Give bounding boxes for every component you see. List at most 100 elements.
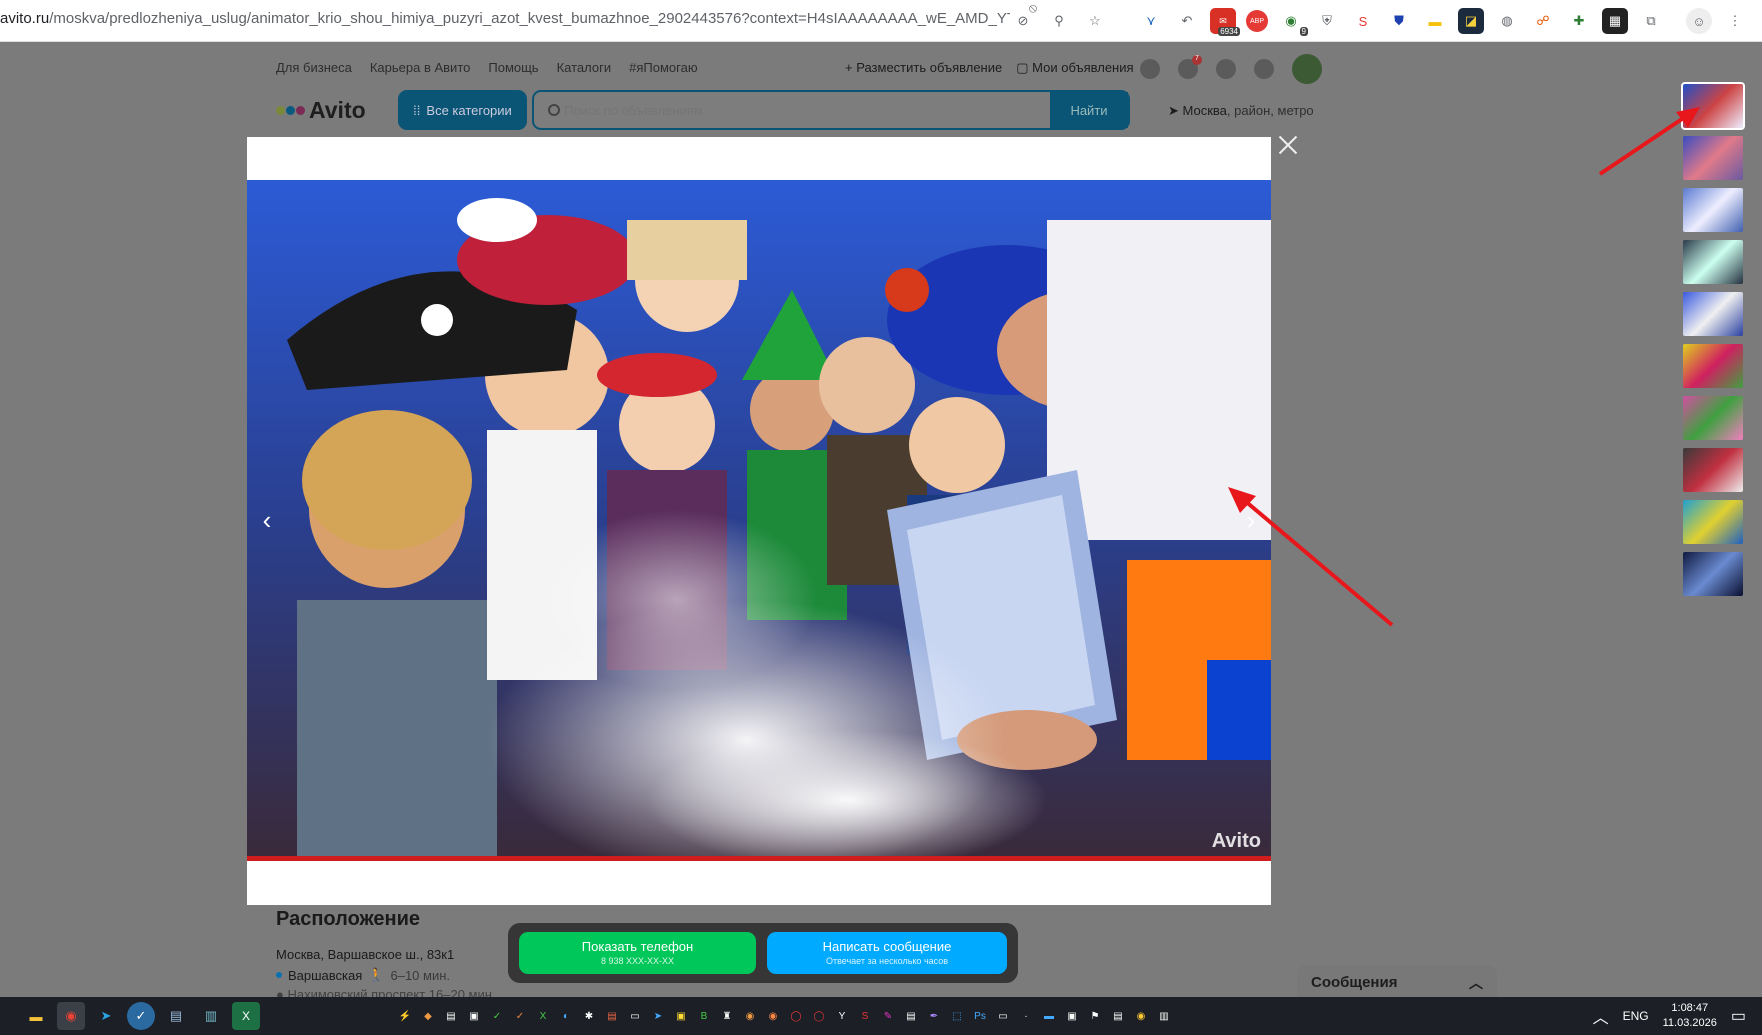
- ext-puzzle-green-icon[interactable]: ✚: [1566, 8, 1592, 34]
- tray-app-23-icon[interactable]: ▤: [903, 1007, 919, 1025]
- thumbnail-4[interactable]: [1683, 240, 1743, 284]
- topnav-business[interactable]: Для бизнеса: [276, 60, 352, 75]
- tray-app-28-icon[interactable]: ·: [1018, 1007, 1034, 1025]
- thumbnail-7[interactable]: [1683, 396, 1743, 440]
- favorites-heart-icon[interactable]: [1140, 59, 1160, 79]
- tray-app-8-icon[interactable]: ◐: [558, 1007, 574, 1025]
- show-phone-button[interactable]: Показать телефон 8 938 XXX-XX-XX: [519, 932, 756, 974]
- tray-app-17-icon[interactable]: ◉: [765, 1007, 781, 1025]
- thumbnail-9[interactable]: [1683, 500, 1743, 544]
- topnav-career[interactable]: Карьера в Авито: [370, 60, 471, 75]
- tray-app-13-icon[interactable]: ▣: [673, 1007, 689, 1025]
- language-indicator[interactable]: ENG: [1623, 1009, 1649, 1023]
- file-explorer-icon[interactable]: ▬: [22, 1002, 50, 1030]
- tray-app-12-icon[interactable]: ➤: [650, 1007, 666, 1025]
- write-message-button[interactable]: Написать сообщение Отвечает за несколько…: [767, 932, 1007, 974]
- tray-app-3-icon[interactable]: ▤: [443, 1007, 459, 1025]
- ext-v-icon[interactable]: ⋎: [1138, 8, 1164, 34]
- tray-app-31-icon[interactable]: ⚑: [1087, 1007, 1103, 1025]
- thumbnail-6[interactable]: [1683, 344, 1743, 388]
- thumbnail-1[interactable]: [1681, 82, 1745, 130]
- ext-shield-icon[interactable]: ⛨: [1314, 8, 1340, 34]
- notes-icon[interactable]: ▥: [197, 1002, 225, 1030]
- topnav-help[interactable]: Помощь: [488, 60, 538, 75]
- tray-app-18-icon[interactable]: ◯: [788, 1007, 804, 1025]
- thumbnail-8[interactable]: [1683, 448, 1743, 492]
- all-categories-button[interactable]: ⁞⁞ Все категории: [398, 90, 527, 130]
- location-selector[interactable]: ➤ Москва, район, метро: [1168, 103, 1314, 119]
- tray-app-1-icon[interactable]: ⚡: [397, 1007, 413, 1025]
- thumbnail-5[interactable]: [1683, 292, 1743, 336]
- tray-app-20-icon[interactable]: Y: [834, 1007, 850, 1025]
- tray-app-15-icon[interactable]: ♜: [719, 1007, 735, 1025]
- tray-app-29-icon[interactable]: ▬: [1041, 1007, 1057, 1025]
- url-field[interactable]: avito.ru/moskva/predlozheniya_uslug/anim…: [0, 10, 1010, 27]
- excel-icon[interactable]: X: [232, 1002, 260, 1030]
- ext-seo-icon[interactable]: S: [1350, 8, 1376, 34]
- tray-app-30-icon[interactable]: ▣: [1064, 1007, 1080, 1025]
- taskbar-clock[interactable]: 1:08:47 11.03.2026: [1663, 1001, 1717, 1031]
- thumbnail-10[interactable]: [1683, 552, 1743, 596]
- ext-note-icon[interactable]: ▬: [1422, 8, 1448, 34]
- ext-globe-icon[interactable]: ◍: [1494, 8, 1520, 34]
- thumbnail-3[interactable]: [1683, 188, 1743, 232]
- notification-center-icon[interactable]: ▭: [1731, 1006, 1746, 1026]
- post-ad-link[interactable]: + Разместить объявление: [845, 60, 1002, 76]
- tray-app-32-icon[interactable]: ▤: [1110, 1007, 1126, 1025]
- tray-app-24-icon[interactable]: ✒: [926, 1007, 942, 1025]
- viber-icon[interactable]: ✓: [127, 1002, 155, 1030]
- tray-app-2-icon[interactable]: ◆: [420, 1007, 436, 1025]
- ext-yellow-icon[interactable]: ◪: [1458, 8, 1484, 34]
- tray-app-5-icon[interactable]: ✓: [489, 1007, 505, 1025]
- tray-app-34-icon[interactable]: ▥: [1156, 1007, 1172, 1025]
- tray-app-21-icon[interactable]: S: [857, 1007, 873, 1025]
- zoom-icon[interactable]: ⚲: [1046, 8, 1072, 34]
- tray-app-14-icon[interactable]: B: [696, 1007, 712, 1025]
- messages-bubble-icon[interactable]: [1216, 59, 1236, 79]
- ext-reply-icon[interactable]: ↶: [1174, 8, 1200, 34]
- cart-icon[interactable]: [1254, 59, 1274, 79]
- tray-app-16-icon[interactable]: ◉: [742, 1007, 758, 1025]
- eye-off-icon[interactable]: ⊘: [1010, 8, 1036, 34]
- gallery-prev-arrow[interactable]: ‹: [253, 505, 281, 535]
- notifications-bell-icon[interactable]: 7: [1178, 55, 1202, 79]
- ext-dark-icon[interactable]: ▦: [1602, 8, 1628, 34]
- topnav-ihelp[interactable]: #яПомогаю: [629, 60, 697, 75]
- user-avatar[interactable]: [1292, 54, 1322, 84]
- tray-app-4-icon[interactable]: ▣: [466, 1007, 482, 1025]
- gallery-close-button[interactable]: [1276, 133, 1300, 157]
- tray-app-26-icon[interactable]: Ps: [972, 1007, 988, 1025]
- tray-app-6-icon[interactable]: ✓: [512, 1007, 528, 1025]
- tray-chevron-up-icon[interactable]: ︿: [1593, 1004, 1609, 1028]
- tray-app-22-icon[interactable]: ✎: [880, 1007, 896, 1025]
- ext-counter-icon[interactable]: ◉ 9: [1278, 8, 1308, 36]
- gallery-main-photo[interactable]: Avito: [247, 180, 1271, 861]
- my-ads-link[interactable]: ▢ Мои объявления: [1016, 60, 1133, 76]
- telegram-icon[interactable]: ➤: [92, 1002, 120, 1030]
- ext-blue-shield-icon[interactable]: ⛊: [1386, 8, 1412, 34]
- profile-avatar-icon[interactable]: ☺: [1686, 8, 1712, 34]
- star-bookmark-icon[interactable]: ☆: [1082, 8, 1108, 34]
- search-input[interactable]: [534, 92, 1050, 128]
- avito-logo[interactable]: Avito: [276, 97, 366, 124]
- tray-app-19-icon[interactable]: ◯: [811, 1007, 827, 1025]
- chrome-icon[interactable]: ◉: [57, 1002, 85, 1030]
- tray-app-33-icon[interactable]: ◉: [1133, 1007, 1149, 1025]
- extensions-puzzle-icon[interactable]: ⧉: [1638, 8, 1664, 34]
- tray-app-27-icon[interactable]: ▭: [995, 1007, 1011, 1025]
- notepad-icon[interactable]: ▤: [162, 1002, 190, 1030]
- more-menu-icon[interactable]: ⋮: [1722, 8, 1748, 34]
- topnav-catalogs[interactable]: Каталоги: [557, 60, 612, 75]
- messages-panel[interactable]: Сообщения ︿: [1297, 965, 1497, 999]
- tray-app-7-icon[interactable]: X: [535, 1007, 551, 1025]
- thumbnail-2[interactable]: [1683, 136, 1743, 180]
- gallery-next-arrow[interactable]: ›: [1237, 505, 1265, 535]
- tray-app-25-icon[interactable]: ⬚: [949, 1007, 965, 1025]
- tray-app-11-icon[interactable]: ▭: [627, 1007, 643, 1025]
- find-button[interactable]: Найти: [1050, 92, 1128, 128]
- ext-mail-icon[interactable]: ✉ 6934: [1210, 8, 1240, 36]
- tray-app-10-icon[interactable]: ▤: [604, 1007, 620, 1025]
- ext-adblock-icon[interactable]: ABP: [1246, 10, 1268, 32]
- chevron-up-icon[interactable]: ︿: [1469, 973, 1483, 993]
- ext-graph-icon[interactable]: ☍: [1530, 8, 1556, 34]
